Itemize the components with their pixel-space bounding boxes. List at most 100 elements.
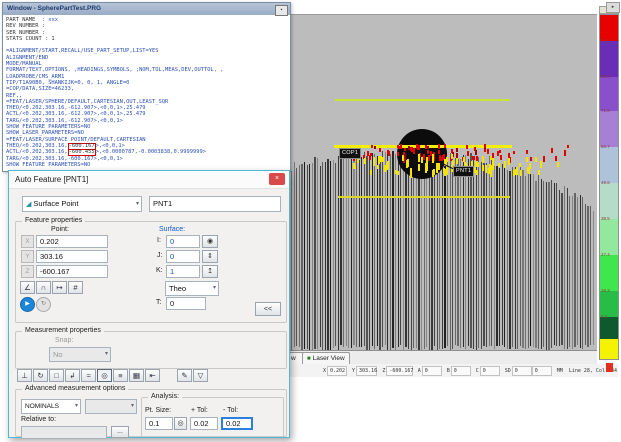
collapse-button[interactable]: << [255,302,281,316]
spacing-icon[interactable]: ⇤ [145,369,160,382]
i-vector-button[interactable]: ◉ [202,235,218,248]
scan-stripe [340,157,341,346]
surface-box-icon[interactable]: □ [49,369,64,382]
feature-properties-label: Feature properties [22,217,85,224]
application-window: COP1 PNT1 w ■Laser View X0.202Y303.16Z-6… [0,0,621,442]
feature-type-dropdown[interactable]: ◢Surface Point ▾ [22,196,142,212]
feature-name-input[interactable]: PNT1 [149,196,281,212]
j-vector-button[interactable]: ⇕ [202,250,218,263]
x-value-field[interactable]: 0.202 [36,235,108,248]
plus-tol-field[interactable]: 0.02 [190,417,218,430]
scan-stripe [525,176,526,349]
deviation-point [535,157,537,162]
x-axis-button[interactable]: X [21,235,34,248]
toolbar-grip-icon[interactable]: ▸ [606,2,620,13]
scan-stripe [327,159,328,351]
edit-window-titlebar[interactable]: Window - SpherePartTest.PRG ▪ [3,3,290,15]
i-value-field[interactable]: 0 [166,235,200,248]
y-axis-button[interactable]: Y [21,250,34,263]
close-button[interactable]: × [269,173,285,185]
grid-icon[interactable]: # [68,281,83,294]
deviation-point [466,145,468,149]
scan-stripe [309,164,310,350]
deviation-point [520,170,522,177]
pt-size-field[interactable]: 0.1 [145,417,173,430]
deviation-point [567,145,569,149]
deviation-point [497,151,499,156]
scan-stripe [346,157,347,345]
probe-depth-icon[interactable]: ⊥ [17,369,32,382]
z-value-field[interactable]: -600.167 [36,265,108,278]
scan-stripe [460,159,461,347]
minus-tol-field[interactable]: 0.02 [221,417,253,430]
scan-stripe [541,179,542,349]
deviation-point [374,146,376,149]
theo-dropdown[interactable]: Theo ▾ [165,281,219,296]
nominals-mode-dropdown[interactable]: ▾ [85,399,137,414]
status-label: SD [505,368,511,374]
scan-wave-icon[interactable]: ≈ [81,369,96,382]
laser-view-canvas[interactable]: COP1 PNT1 [262,14,597,351]
test-button[interactable]: ▶ [20,297,35,312]
scan-stripe [515,167,516,349]
corner-icon[interactable]: ↲ [65,369,80,382]
filter-icon[interactable]: ▽ [193,369,208,382]
rotate-icon[interactable]: ↻ [33,369,48,382]
snap-value: No [53,350,63,359]
scan-stripe [447,157,448,347]
peaks-icon[interactable]: ∩ [36,281,51,294]
scan-stripe [528,169,529,348]
t-value-field[interactable]: 0 [166,297,206,310]
level-icon[interactable]: ≡ [113,369,128,382]
browse-button[interactable]: ... [111,426,129,438]
scan-stripe [444,152,445,348]
point-distance-icon[interactable]: ↦ [52,281,67,294]
target-icon[interactable]: ◎ [97,369,112,382]
scan-stripe [504,161,505,347]
nominals-value: NOMINALS [25,403,59,410]
pnt1-feature-label[interactable]: PNT1 [453,166,474,177]
z-axis-button[interactable]: Z [21,265,34,278]
y-value-field[interactable]: 303.16 [36,250,108,263]
graph-icon[interactable]: ∠ [20,281,35,294]
pt-size-icon[interactable]: ◎ [174,417,187,430]
dialog-titlebar[interactable]: Auto Feature [PNT1] × [9,171,289,189]
scan-stripe [338,156,339,349]
surface-label[interactable]: Surface: [159,226,185,233]
j-value-field[interactable]: 0 [166,250,200,263]
reexecute-button[interactable]: ↻ [36,297,51,312]
k-value-field[interactable]: 1 [166,265,200,278]
deviation-point [388,151,390,156]
measurement-program-code[interactable]: PART NAME : xxx REV NUMBER : SER NUMBER … [3,15,290,171]
edit-window[interactable]: Window - SpherePartTest.PRG ▪ PART NAME … [2,2,291,172]
t-label: T: [156,299,161,306]
scan-stripe [421,157,422,351]
scan-stripe [385,152,386,345]
scan-stripe [587,206,588,346]
window-menu-button[interactable]: ▪ [275,5,288,16]
scan-stripe [452,149,453,349]
relative-to-field[interactable] [21,426,107,439]
deviation-point [508,158,510,164]
scan-stripe [569,196,570,348]
block-icon[interactable]: ▦ [129,369,144,382]
status-value: 0 [512,366,532,376]
tab-laser-view-label: Laser View [313,355,345,362]
deviation-point [397,145,399,148]
nominals-dropdown[interactable]: NOMINALS ▾ [21,399,81,414]
deviation-point [378,156,380,164]
status-value: 0 [451,366,471,376]
deviation-point [370,170,372,175]
k-vector-button[interactable]: ↥ [202,265,218,278]
scan-stripe [502,164,503,345]
deviation-point [500,155,502,161]
deviation-point [373,157,375,163]
scan-stripe [491,158,492,346]
auto-feature-dialog[interactable]: Auto Feature [PNT1] × ◢Surface Point ▾ P… [8,170,290,438]
scan-stripe [574,193,575,348]
minus-tol-label: - Tol: [223,407,238,414]
cop1-feature-label[interactable]: COP1 [339,148,361,159]
colorbar-segment: 38.5 [600,219,618,255]
plus-tol-label: + Tol: [191,407,208,414]
path-icon[interactable]: ✎ [177,369,192,382]
